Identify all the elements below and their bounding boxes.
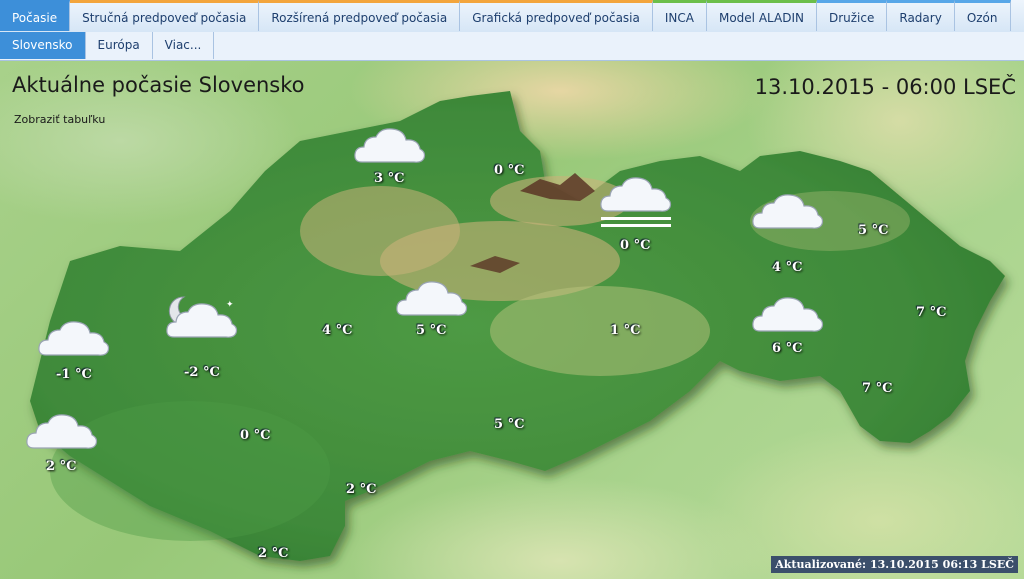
temp-label: 5 °C [858, 223, 889, 238]
cloud-icon [752, 194, 824, 229]
cloud-icon [354, 128, 426, 163]
sub-tab-bar: Slovensko Európa Viac... [0, 32, 1024, 61]
temp-label: 4 °C [772, 260, 803, 275]
slovakia-relief-map [30, 91, 1005, 561]
tab-bar-filler [1011, 0, 1024, 32]
temp-label: 4 °C [322, 323, 353, 338]
temp-label: 0 °C [620, 238, 651, 253]
show-table-link[interactable]: Zobraziť tabuľku [14, 113, 105, 126]
map-title: Aktuálne počasie Slovensko [12, 73, 305, 97]
observation-datetime: 13.10.2015 - 06:00 LSEČ [754, 75, 1016, 99]
cloud-icon [38, 321, 110, 356]
mountain-ore [490, 286, 710, 376]
tab-inca[interactable]: INCA [652, 0, 707, 31]
temp-label: 6 °C [772, 341, 803, 356]
subtab-slovensko[interactable]: Slovensko [0, 32, 86, 59]
tab-pocasie[interactable]: Počasie [0, 0, 71, 31]
weather-map: Aktuálne počasie Slovensko Zobraziť tabu… [0, 61, 1024, 579]
fog-icon [600, 177, 672, 227]
svg-text:✦: ✦ [226, 300, 234, 310]
temp-label: 0 °C [494, 163, 525, 178]
main-tab-bar: Počasie Stručná predpoveď počasia Rozšír… [0, 0, 1024, 33]
temp-label: 2 °C [46, 459, 77, 474]
cloud-icon [752, 297, 824, 332]
cloud-icon [396, 281, 468, 316]
temp-label: 5 °C [494, 417, 525, 432]
temp-label: 1 °C [610, 323, 641, 338]
cloud-icon [26, 414, 98, 449]
tab-strucna-predpoved[interactable]: Stručná predpoveď počasia [70, 0, 260, 31]
partly-cloudy-night-icon: ✦ [166, 296, 238, 338]
tab-ozon[interactable]: Ozón [954, 0, 1011, 31]
subtab-europa[interactable]: Európa [86, 32, 153, 59]
tab-rozsirena-predpoved[interactable]: Rozšírená predpoveď počasia [259, 0, 461, 31]
tab-model-aladin[interactable]: Model ALADIN [706, 0, 817, 31]
temp-label: 0 °C [240, 428, 271, 443]
tab-radary[interactable]: Radary [887, 0, 955, 31]
tab-druzice[interactable]: Družice [816, 0, 888, 31]
subtab-viac[interactable]: Viac... [153, 32, 215, 59]
temp-label: -1 °C [56, 367, 92, 382]
updated-timestamp: Aktualizované: 13.10.2015 06:13 LSEČ [771, 556, 1018, 573]
temp-label: 7 °C [862, 381, 893, 396]
temp-label: -2 °C [184, 365, 220, 380]
temp-label: 5 °C [416, 323, 447, 338]
temp-label: 2 °C [258, 546, 289, 561]
temp-label: 3 °C [374, 171, 405, 186]
tab-graficka-predpoved[interactable]: Grafická predpoveď počasia [460, 0, 653, 31]
temp-label: 7 °C [916, 305, 947, 320]
temp-label: 2 °C [346, 482, 377, 497]
